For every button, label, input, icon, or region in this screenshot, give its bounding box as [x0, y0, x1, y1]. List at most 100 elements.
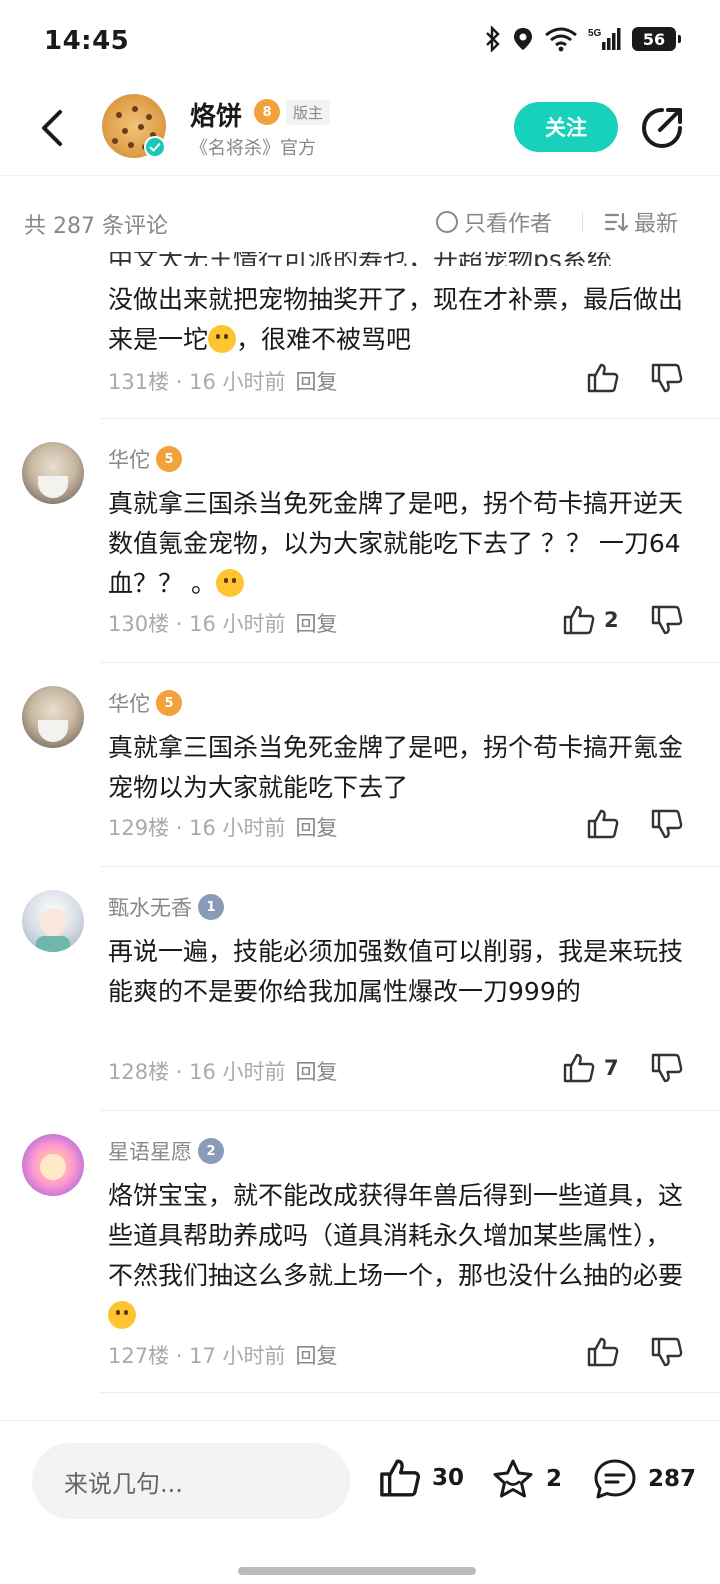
like-count: 7 — [604, 1056, 619, 1080]
comment-meta: 131楼 · 16 小时前 回复 — [108, 370, 338, 394]
comment-text: 再说一遍，技能必须加强数值可以削弱，我是来玩技能爽的不是要你给我加属性爆改一刀9… — [108, 937, 684, 1006]
comment-time: 16 小时前 — [189, 1060, 286, 1084]
thumbs-up-icon — [563, 1053, 595, 1083]
comment-floor: 130楼 — [108, 612, 170, 636]
comment-list[interactable]: 中文大无王情行可派的寿乜，开超宠物ps系统 没做出来就把宠物抽奖开了，现在才补票… — [0, 252, 720, 1420]
grin-emoji-icon — [208, 325, 237, 353]
commenter-name-row: 华佗 5 — [108, 688, 182, 718]
reply-button[interactable]: 回复 — [296, 1060, 338, 1084]
reply-button[interactable]: 回复 — [296, 612, 338, 636]
commenter-avatar[interactable] — [22, 1134, 84, 1196]
shy-emoji-icon — [108, 1301, 136, 1329]
reply-button[interactable]: 回复 — [296, 816, 338, 840]
thumbs-down-icon — [651, 1053, 683, 1083]
commenter-name[interactable]: 华佗 — [108, 444, 150, 474]
only-author-toggle[interactable]: 只看作者 — [436, 206, 552, 238]
comment-text: 真就拿三国杀当免死金牌了是吧，拐个苟卡搞开氪金宠物以为大家就能吃下去了 — [108, 733, 684, 802]
comment-divider — [100, 866, 720, 867]
author-name[interactable]: 烙饼 — [190, 96, 242, 133]
commenter-avatar[interactable] — [22, 686, 84, 748]
comment-divider — [100, 1110, 720, 1111]
dislike-button[interactable] — [650, 362, 684, 398]
location-icon — [514, 28, 532, 50]
comment-time: 16 小时前 — [189, 816, 286, 840]
commenter-avatar[interactable] — [22, 890, 84, 952]
comment-time: 16 小时前 — [189, 370, 286, 394]
like-button[interactable] — [586, 362, 620, 394]
commenter-name[interactable]: 甄水无香 — [108, 892, 192, 922]
comment-time: 16 小时前 — [189, 612, 286, 636]
bluetooth-icon — [486, 26, 500, 52]
thumbs-up-icon — [587, 809, 619, 839]
comment-text-suffix: ，很难不被骂吧 — [236, 325, 412, 354]
commenter-avatar[interactable] — [22, 442, 84, 504]
verified-badge-icon — [144, 136, 166, 158]
comment-text: 没做出来就把宠物抽奖开了，现在才补票，最后做出来是一坨 ，很难不被骂吧 — [108, 280, 688, 360]
wifi-icon — [545, 27, 577, 52]
moderator-badge: 版主 — [286, 100, 331, 125]
svg-text:5G: 5G — [588, 28, 602, 39]
comment-floor: 131楼 — [108, 370, 170, 394]
comment-meta: 130楼 · 16 小时前 回复 — [108, 612, 338, 636]
reply-button[interactable]: 回复 — [296, 370, 338, 394]
comments-button[interactable]: 287 — [592, 1457, 696, 1501]
favorite-button[interactable]: 2 — [490, 1457, 562, 1501]
comment-floor: 128楼 — [108, 1060, 170, 1084]
bottom-action-bar: 来说几句... 30 2 287 — [0, 1420, 720, 1584]
comment-meta: 129楼 · 16 小时前 回复 — [108, 816, 338, 840]
comment-floor: 127楼 — [108, 1344, 170, 1368]
comment-meta: 127楼 · 17 小时前 回复 — [108, 1344, 338, 1368]
user-level-badge: 5 — [156, 690, 182, 716]
follow-button[interactable]: 关注 — [514, 102, 618, 152]
comment-meta: 128楼 · 16 小时前 回复 — [108, 1060, 338, 1084]
filter-divider — [582, 212, 583, 232]
share-icon[interactable] — [640, 106, 684, 150]
dislike-button[interactable] — [650, 1336, 684, 1372]
commenter-name-row: 甄水无香 1 — [108, 892, 224, 922]
favorite-count: 2 — [546, 1466, 563, 1492]
status-icons: 5G 56 — [484, 26, 681, 52]
status-bar: 14:45 5G 56 — [0, 0, 720, 84]
commenter-name-row: 星语星愿 2 — [108, 1136, 224, 1166]
comment-item: 华佗 5 真就拿三国杀当免死金牌了是吧，拐个苟卡搞开逆天数值氪金宠物，以为大家就… — [0, 420, 720, 664]
thumbs-up-icon — [587, 1337, 619, 1367]
radio-circle-icon — [436, 211, 458, 233]
post-like-count: 30 — [432, 1465, 465, 1491]
comment-time: 17 小时前 — [189, 1344, 286, 1368]
sort-label: 最新 — [634, 212, 679, 237]
author-level-badge: 8 — [254, 99, 280, 125]
commenter-name[interactable]: 华佗 — [108, 688, 150, 718]
commenter-name[interactable]: 星语星愿 — [108, 1136, 192, 1166]
post-like-button[interactable]: 30 — [378, 1457, 464, 1499]
like-count: 2 — [604, 608, 619, 632]
dislike-button[interactable] — [650, 1052, 684, 1088]
reply-button[interactable]: 回复 — [296, 1344, 338, 1368]
only-author-label: 只看作者 — [464, 212, 553, 237]
back-arrow-icon[interactable] — [34, 106, 74, 150]
like-button[interactable] — [586, 808, 620, 840]
comment-text: 真就拿三国杀当免死金牌了是吧，拐个苟卡搞开逆天数值氪金宠物，以为大家就能吃下去了… — [108, 484, 688, 604]
star-icon — [493, 1459, 533, 1498]
comment-item: 甄水无香 1 再说一遍，技能必须加强数值可以削弱，我是来玩技能爽的不是要你给我加… — [0, 868, 720, 1112]
user-level-badge: 2 — [198, 1138, 224, 1164]
like-button[interactable]: 2 — [562, 604, 619, 636]
dislike-button[interactable] — [650, 808, 684, 844]
sort-toggle[interactable]: 最新 — [604, 206, 678, 238]
comment-filter-bar: 共 287 条评论 只看作者 最新 — [0, 196, 720, 250]
user-level-badge: 5 — [156, 446, 182, 472]
like-button[interactable]: 7 — [562, 1052, 619, 1084]
comment-divider — [100, 662, 720, 663]
comment-divider — [100, 418, 720, 419]
home-indicator[interactable] — [238, 1567, 476, 1575]
battery-icon: 56 — [632, 27, 681, 51]
thumbs-down-icon — [651, 1337, 683, 1367]
like-button[interactable] — [586, 1336, 620, 1368]
comment-input[interactable]: 来说几句... — [32, 1443, 350, 1519]
dislike-button[interactable] — [650, 604, 684, 640]
comment-count: 共 287 条评论 — [24, 214, 168, 239]
comment-item: 星语星愿 2 烙饼宝宝，就不能改成获得年兽后得到一些道具，这些道具帮助养成吗（道… — [0, 1112, 720, 1394]
post-header: 烙饼 8 版主 《名将杀》官方 关注 — [0, 84, 720, 176]
comment-total-count: 287 — [648, 1466, 697, 1492]
comment-text-main: 真就拿三国杀当免死金牌了是吧，拐个苟卡搞开逆天数值氪金宠物，以为大家就能吃下去了… — [108, 489, 684, 598]
comment-floor: 129楼 — [108, 816, 170, 840]
